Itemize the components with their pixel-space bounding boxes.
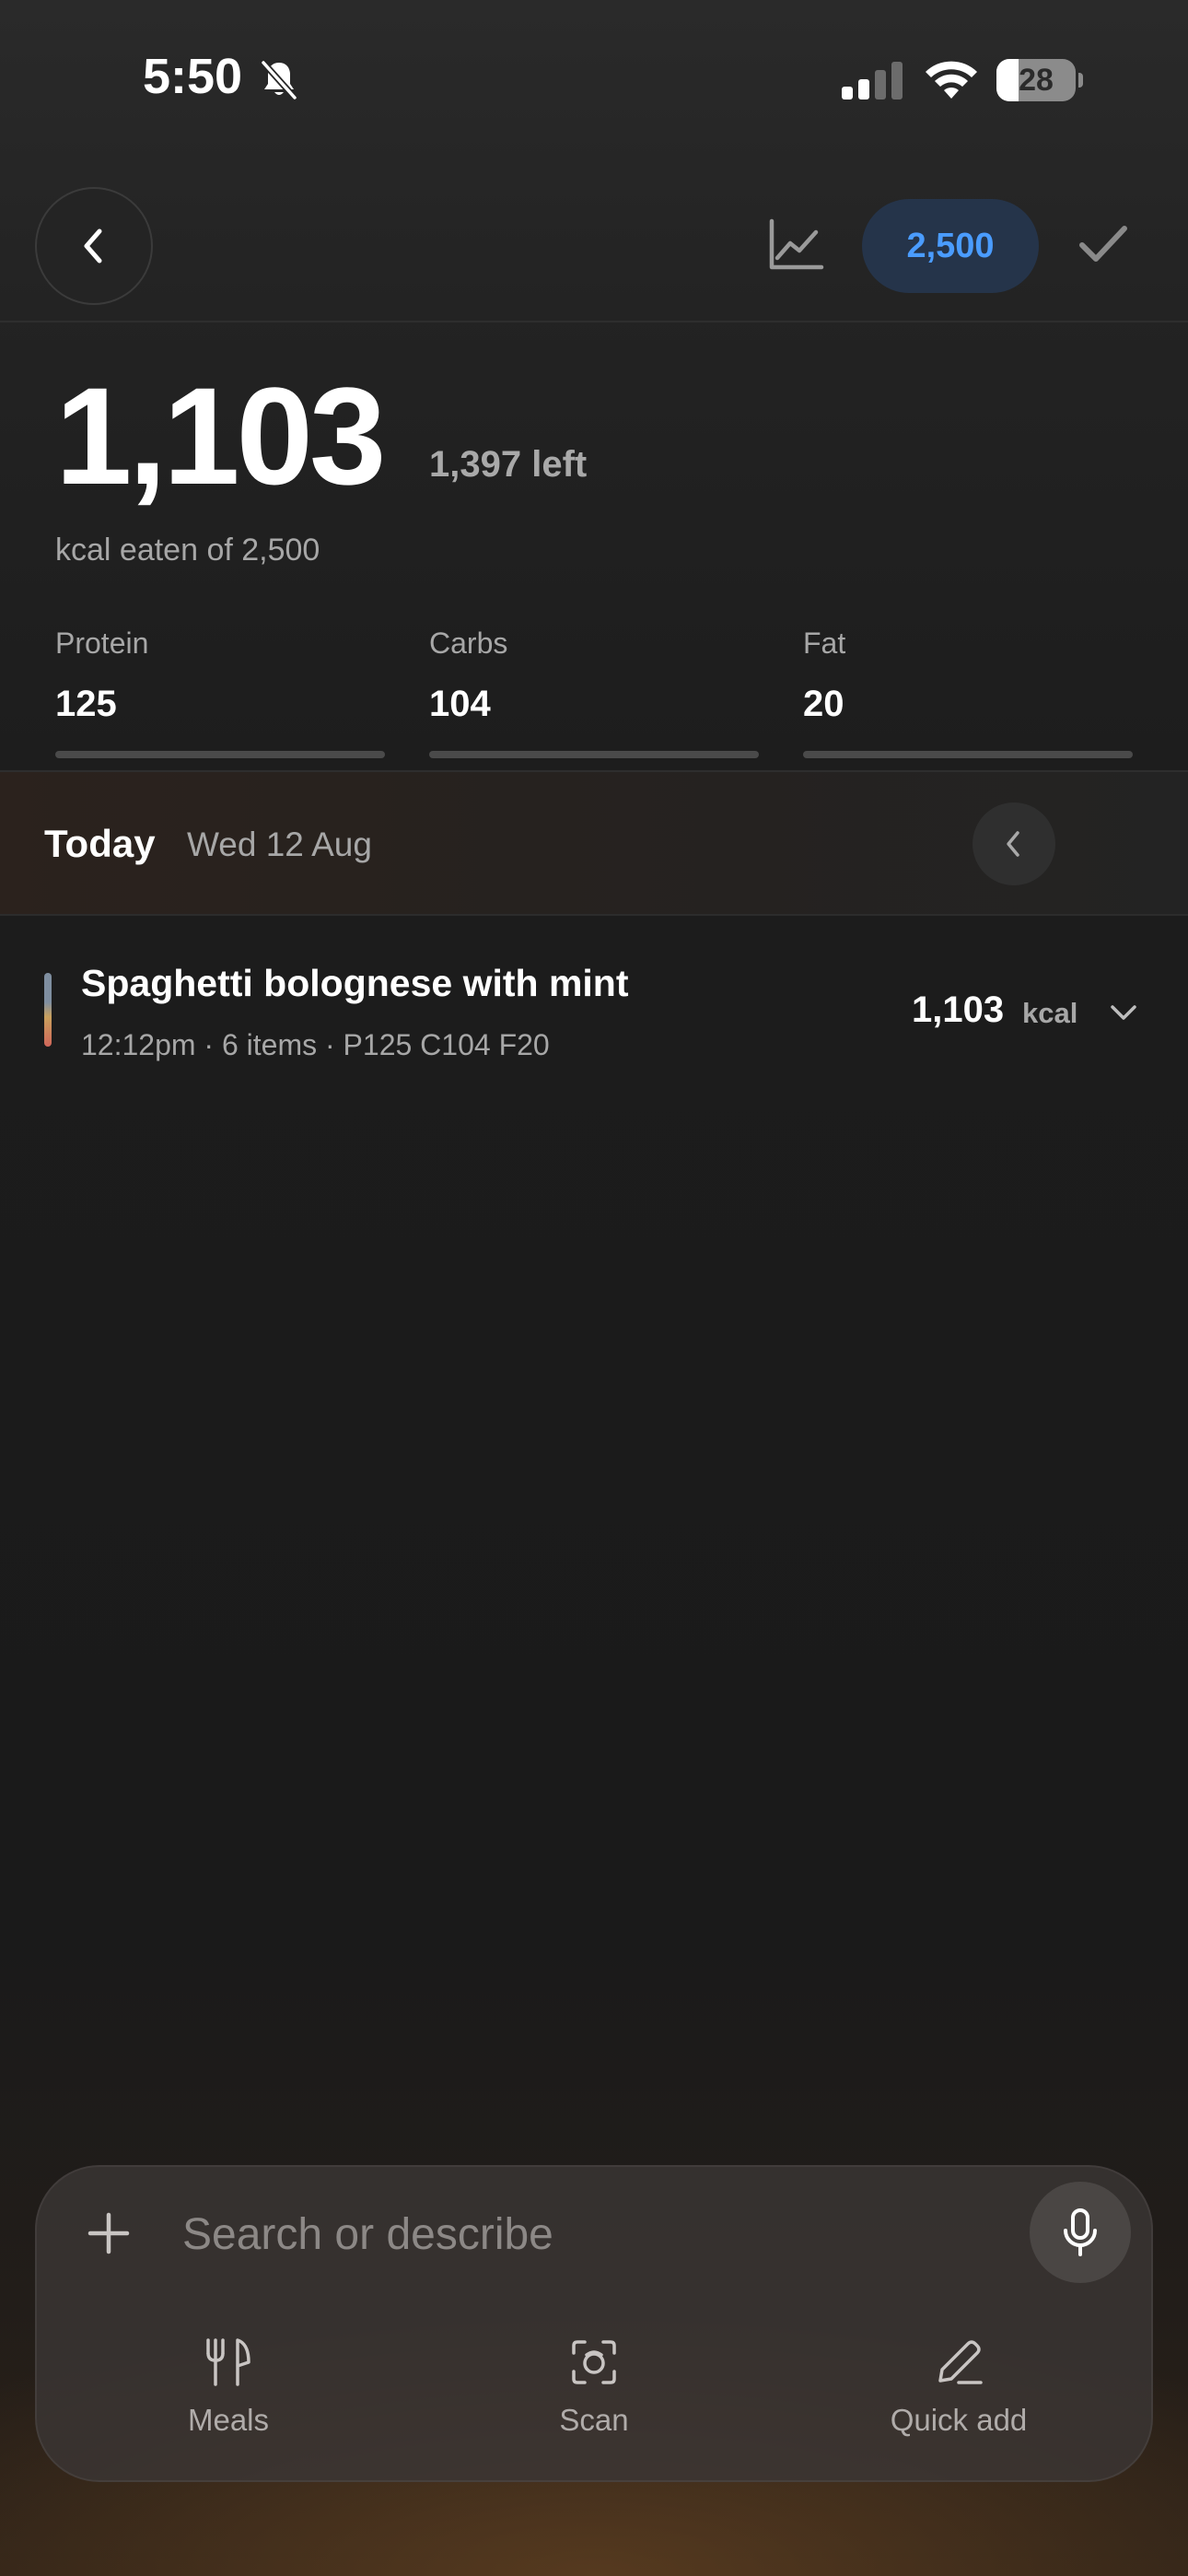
meal-row[interactable]: [0, 921, 1188, 1093]
meal-macro-strip: [44, 973, 52, 1047]
header-divider: [0, 321, 1188, 322]
macro-label-fat: Fat: [803, 626, 846, 660]
cellular-signal-icon: [842, 62, 903, 100]
search-input[interactable]: [181, 2202, 1013, 2266]
meal-meta: 12:12pm · 6 items · P125 C104 F20: [81, 1028, 550, 1061]
meal-kcal: 1,103: [912, 989, 1005, 1030]
macro-value-carbs: 104: [429, 684, 491, 724]
kcal-left-value: 1,397 left: [429, 444, 588, 485]
wifi-icon: [926, 61, 977, 99]
day-divider: [0, 914, 1188, 916]
scan-icon: [572, 2340, 616, 2384]
macro-bar-fat: [803, 751, 1133, 758]
quick-add-button[interactable]: Quick add: [848, 2335, 1069, 2464]
macro-label-protein: Protein: [55, 626, 149, 660]
pencil-icon: [938, 2340, 983, 2384]
quick-add-label: Quick add: [890, 2403, 1028, 2437]
macro-value-fat: 20: [803, 684, 844, 724]
calorie-goal-button[interactable]: 2,500: [862, 199, 1039, 293]
chevron-left-icon: [84, 228, 102, 263]
chevron-left-icon: [1007, 831, 1019, 857]
chevron-down-icon[interactable]: [1107, 999, 1140, 1026]
checkmark-icon[interactable]: [1077, 221, 1129, 267]
microphone-button[interactable]: [1030, 2182, 1131, 2283]
meals-button[interactable]: Meals: [118, 2335, 339, 2464]
kcal-caption: kcal eaten of 2,500: [55, 533, 320, 568]
bell-slash-icon: [261, 60, 297, 100]
meals-label: Meals: [187, 2403, 270, 2437]
kcal-eaten-value: 1,103: [55, 358, 386, 513]
plus-icon[interactable]: [83, 2207, 134, 2259]
meal-kcal-unit: kcal: [1022, 997, 1078, 1029]
line-chart-icon[interactable]: [766, 217, 825, 273]
back-button[interactable]: [35, 187, 153, 305]
scan-button[interactable]: Scan: [483, 2335, 705, 2464]
status-time: 5:50: [143, 49, 243, 104]
scan-label: Scan: [559, 2403, 629, 2437]
microphone-icon: [1064, 2208, 1097, 2256]
macro-bar-carbs: [429, 751, 759, 758]
battery-level: 28: [1019, 63, 1054, 98]
fork-knife-icon: [206, 2338, 250, 2386]
day-date: Wed 12 Aug: [187, 825, 372, 863]
day-title: Today: [44, 822, 156, 865]
macro-value-protein: 125: [55, 684, 117, 724]
previous-day-button[interactable]: [973, 802, 1055, 885]
battery-indicator: 28: [996, 59, 1083, 101]
macro-label-carbs: Carbs: [429, 626, 508, 660]
macro-bar-protein: [55, 751, 385, 758]
meal-title: Spaghetti bolognese with mint: [81, 962, 629, 1004]
